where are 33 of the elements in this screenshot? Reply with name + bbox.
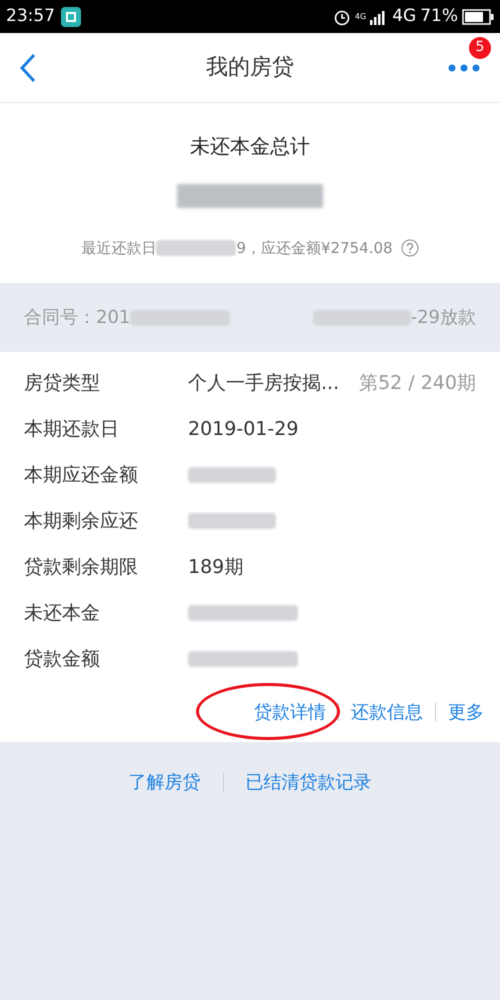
network-label: 4G <box>354 12 366 20</box>
note-text: 最近还款日 <box>81 238 156 259</box>
note-text: -29放款 <box>410 306 476 330</box>
field-label: 房贷类型 <box>24 370 101 396</box>
battery-percent: 71% <box>420 4 458 28</box>
note-text: 合同号：201 <box>24 306 130 330</box>
notification-badge: 5 <box>469 36 491 58</box>
clock: 23:57 <box>6 4 55 28</box>
more-icon[interactable] <box>448 64 480 72</box>
installment-count: 第52 / 240期 <box>359 370 476 396</box>
screenshot-icon <box>61 6 81 26</box>
note-text: 9，应还金额¥2754.08 <box>236 238 393 259</box>
field-value: 个人一手房按揭... <box>188 370 340 396</box>
field-label: 贷款金额 <box>24 646 101 672</box>
field-label: 本期剩余应还 <box>24 508 139 534</box>
field-value: 189期 <box>188 554 244 580</box>
help-icon[interactable] <box>400 239 419 258</box>
field-label: 未还本金 <box>24 600 101 626</box>
action-link[interactable]: 更多 <box>448 702 484 722</box>
footer-link[interactable]: 已结清贷款记录 <box>246 768 372 796</box>
action-link[interactable]: 还款信息 <box>351 702 423 722</box>
page-title: 我的房贷 <box>206 54 294 82</box>
field-label: 本期应还金额 <box>24 462 139 488</box>
back-icon[interactable] <box>20 52 36 82</box>
action-link[interactable]: 贷款详情 <box>254 702 326 722</box>
network-type: 4G <box>392 4 416 28</box>
battery-icon <box>462 8 494 24</box>
field-label: 贷款剩余期限 <box>24 554 139 580</box>
summary-title: 未还本金总计 <box>190 133 310 160</box>
alarm-icon <box>332 8 351 26</box>
footer-link[interactable]: 了解房贷 <box>128 768 200 796</box>
field-label: 本期还款日 <box>24 416 120 442</box>
field-value: 2019-01-29 <box>188 416 298 442</box>
